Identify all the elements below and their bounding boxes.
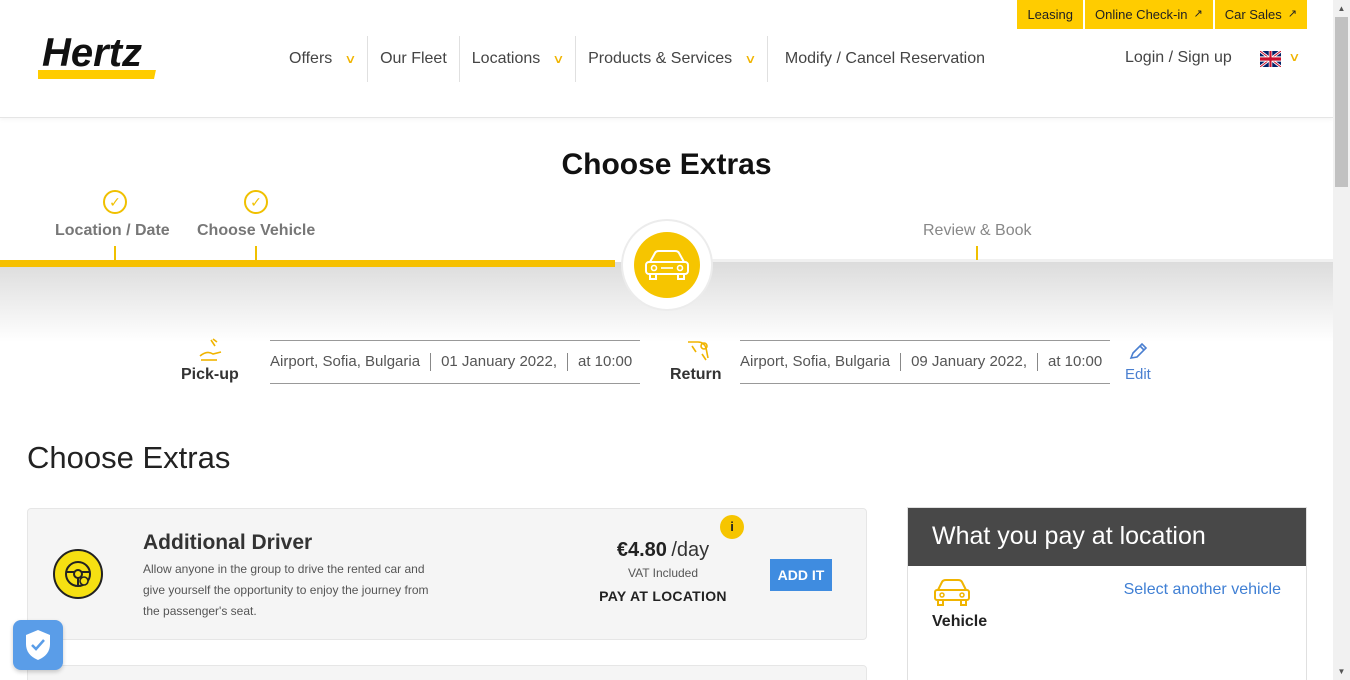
main-nav: Offers ∨ Our Fleet Locations ∨ Products … <box>277 36 997 82</box>
car-icon <box>645 250 689 280</box>
online-checkin-link[interactable]: Online Check-in ↗ <box>1084 0 1213 29</box>
pencil-icon <box>1129 342 1148 360</box>
pickup-label: Pick-up <box>181 366 239 383</box>
progress-track-remaining <box>700 259 1333 262</box>
step-location-date[interactable]: Location / Date <box>55 222 170 240</box>
nav-locations[interactable]: Locations ∨ <box>460 36 577 82</box>
nav-our-fleet[interactable]: Our Fleet <box>368 36 460 82</box>
external-link-icon: ↗ <box>1287 8 1297 20</box>
nav-products-services[interactable]: Products & Services ∨ <box>576 36 768 82</box>
pickup-time: at 10:00 <box>578 353 633 370</box>
step-tick <box>114 246 116 260</box>
pickup-details[interactable]: Airport, Sofia, Bulgaria 01 January 2022… <box>270 340 640 384</box>
car-icon <box>934 579 970 606</box>
chevron-down-icon: ∨ <box>552 52 565 66</box>
info-icon[interactable]: i <box>720 515 744 539</box>
extra-price-block: €4.80 /day VAT Included PAY AT LOCATION <box>588 539 738 604</box>
steering-wheel-icon <box>53 549 103 599</box>
scroll-thumb[interactable] <box>1335 17 1348 187</box>
external-link-icon: ↗ <box>1193 8 1203 20</box>
leasing-link[interactable]: Leasing <box>1017 0 1083 29</box>
pay-panel-title: What you pay at location <box>908 508 1306 566</box>
nav-label: Products & Services <box>588 50 733 67</box>
extra-price: €4.80 <box>616 539 667 561</box>
step-review-book: Review & Book <box>923 222 1032 239</box>
link-label: Car Sales <box>1224 7 1282 22</box>
return-label: Return <box>670 366 722 383</box>
return-details[interactable]: Airport, Sofia, Bulgaria 09 January 2022… <box>740 340 1110 384</box>
page-scrollbar[interactable]: ▲ ▼ <box>1333 0 1350 680</box>
extra-description: Allow anyone in the group to drive the r… <box>143 562 429 618</box>
utility-bar: Leasing Online Check-in ↗ Car Sales ↗ <box>1017 0 1307 29</box>
return-date: 09 January 2022, <box>901 353 1038 371</box>
chevron-down-icon: ∨ <box>744 52 757 66</box>
extras-heading: Choose Extras <box>27 440 231 475</box>
nav-label: Our Fleet <box>380 50 447 67</box>
link-label: Leasing <box>1027 7 1073 22</box>
pickup-location: Airport, Sofia, Bulgaria <box>270 353 432 371</box>
vat-note: VAT Included <box>627 566 699 580</box>
pay-at-location-panel: What you pay at location Vehicle Select … <box>907 507 1307 680</box>
current-step-marker <box>623 221 711 309</box>
svg-text:Hertz: Hertz <box>42 32 142 75</box>
return-key-icon <box>688 341 709 361</box>
nav-label: Modify / Cancel Reservation <box>784 50 986 67</box>
nav-offers[interactable]: Offers ∨ <box>277 36 369 82</box>
shield-check-icon <box>26 630 50 660</box>
return-location: Airport, Sofia, Bulgaria <box>740 353 902 371</box>
extra-price-unit: /day <box>671 539 710 561</box>
pickup-date: 01 January 2022, <box>431 353 568 371</box>
car-sales-link[interactable]: Car Sales ↗ <box>1214 0 1307 29</box>
step-choose-vehicle[interactable]: Choose Vehicle <box>197 222 315 240</box>
payment-note: PAY AT LOCATION <box>599 588 727 604</box>
hertz-logo[interactable]: Hertz <box>30 31 168 87</box>
progress-track-complete <box>0 260 615 267</box>
nav-label: Locations <box>471 50 541 67</box>
extra-card-next <box>27 665 867 680</box>
edit-booking-button[interactable]: Edit <box>1125 342 1151 383</box>
step-tick <box>976 246 978 260</box>
pickup-key-icon <box>199 338 222 361</box>
nav-label: Offers <box>289 50 333 67</box>
select-another-vehicle-link[interactable]: Select another vehicle <box>1124 581 1281 599</box>
check-icon: ✓ <box>244 190 268 214</box>
return-time: at 10:00 <box>1048 353 1103 370</box>
add-extra-button[interactable]: ADD IT <box>770 559 832 591</box>
privacy-shield-button[interactable] <box>13 620 63 670</box>
edit-label: Edit <box>1125 366 1151 383</box>
uk-flag-icon[interactable] <box>1260 51 1281 67</box>
check-icon: ✓ <box>103 190 127 214</box>
scroll-down-icon[interactable]: ▼ <box>1333 663 1350 680</box>
extra-name: Additional Driver <box>143 531 313 554</box>
scroll-up-icon[interactable]: ▲ <box>1333 0 1350 17</box>
chevron-down-icon: ∨ <box>344 52 357 66</box>
vehicle-label: Vehicle <box>932 613 988 630</box>
nav-modify-cancel[interactable]: Modify / Cancel Reservation <box>768 36 997 82</box>
chevron-down-icon[interactable]: ∨ <box>1288 50 1300 64</box>
login-signup-link[interactable]: Login / Sign up <box>1125 49 1232 67</box>
link-label: Online Check-in <box>1094 7 1188 22</box>
step-tick <box>255 246 257 260</box>
extra-card-additional-driver: Additional Driver Allow anyone in the gr… <box>27 508 867 640</box>
page-title: Choose Extras <box>561 148 772 181</box>
